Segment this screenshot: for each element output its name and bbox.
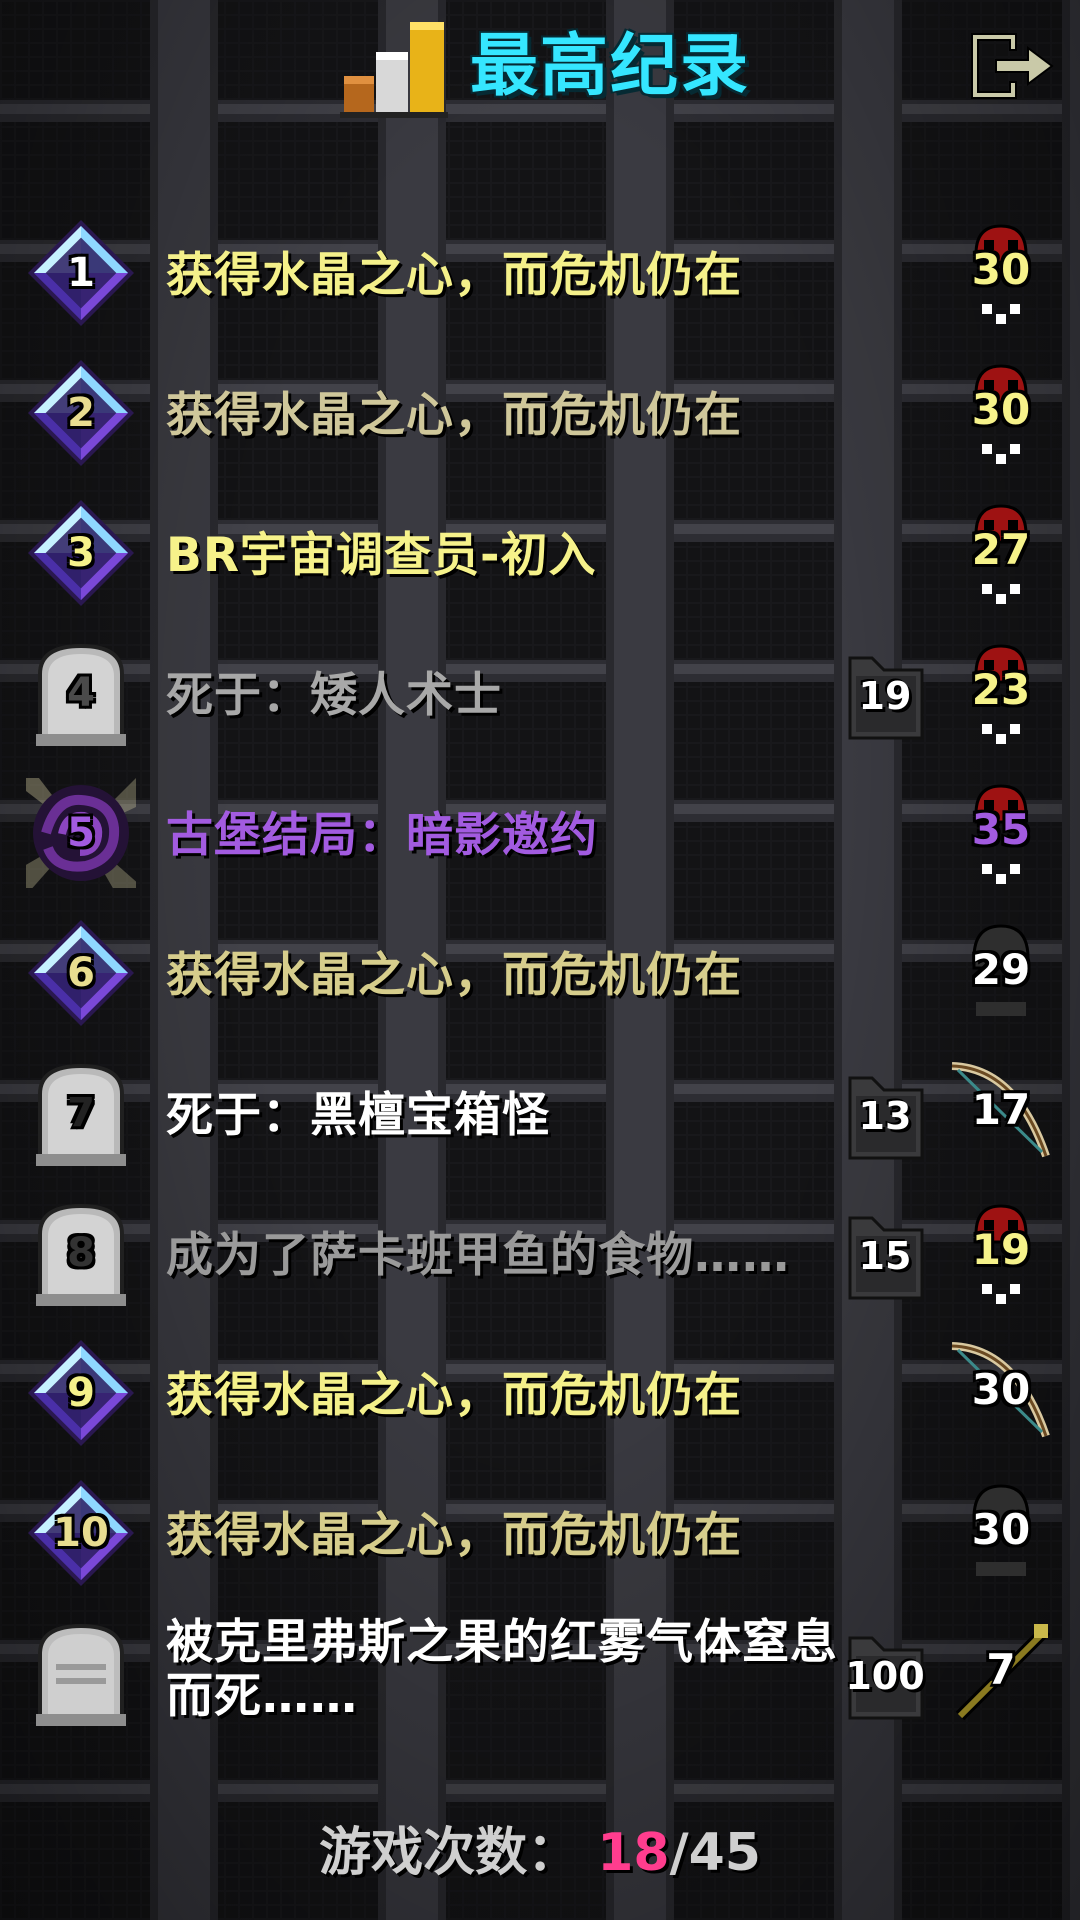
depth-folder-icon: 13: [842, 1068, 928, 1164]
rank-number: 10: [53, 1510, 109, 1556]
depth-value: 19: [858, 674, 912, 718]
record-row[interactable]: 7 死于：黑檀宝箱怪 13 17: [0, 1040, 1080, 1180]
depth-value: 15: [858, 1234, 912, 1278]
tombstone-icon: 8: [26, 1198, 136, 1308]
score-value: 30: [971, 1505, 1031, 1554]
page-title: 最高纪录: [470, 27, 751, 106]
score-value: 30: [971, 245, 1031, 294]
rank-number: 9: [67, 1370, 95, 1416]
score-value: 23: [971, 665, 1031, 714]
record-description: BR宇宙调查员-初入: [166, 527, 597, 583]
skull-icon: 30: [946, 358, 1056, 468]
record-row[interactable]: 被克里弗斯之果的红雾气体窒息而死…… 100 7: [0, 1600, 1080, 1740]
crystal-heart-icon: 3: [26, 498, 136, 608]
record-row[interactable]: 9 获得水晶之心，而危机仍在 30: [0, 1320, 1080, 1460]
record-row[interactable]: 6 获得水晶之心，而危机仍在 29: [0, 900, 1080, 1040]
crystal-heart-icon: 10: [26, 1478, 136, 1588]
record-row[interactable]: 8 成为了萨卡班甲鱼的食物…… 15 19: [0, 1180, 1080, 1320]
skull-icon: 23: [946, 638, 1056, 748]
record-description: 古堡结局：暗影邀约: [166, 807, 598, 863]
tombstone-icon: 7: [26, 1058, 136, 1168]
rank-number: [26, 1618, 136, 1728]
record-description: 获得水晶之心，而危机仍在: [166, 947, 742, 1003]
record-row[interactable]: 3 BR宇宙调查员-初入 27: [0, 480, 1080, 620]
depth-folder-icon: 19: [842, 648, 928, 744]
record-row[interactable]: 4 死于：矮人术士 19 23: [0, 620, 1080, 760]
score-value: 19: [971, 1225, 1031, 1274]
rank-number: 2: [67, 390, 95, 436]
bow-icon: 30: [946, 1338, 1056, 1448]
rank-number: 1: [67, 250, 95, 296]
skull-icon: 30: [946, 218, 1056, 328]
skull-icon: 35: [946, 778, 1056, 888]
depth-folder-icon: 100: [842, 1628, 928, 1724]
record-description: 死于：黑檀宝箱怪: [166, 1087, 550, 1143]
record-row[interactable]: 1 获得水晶之心，而危机仍在 30: [0, 200, 1080, 340]
rank-number: 8: [67, 1230, 95, 1276]
record-description: 成为了萨卡班甲鱼的食物……: [166, 1227, 790, 1283]
record-description: 获得水晶之心，而危机仍在: [166, 387, 742, 443]
games-total-count: 45: [688, 1823, 761, 1883]
rank-number: 7: [67, 1090, 95, 1136]
score-value: 30: [971, 385, 1031, 434]
bow-icon: 17: [946, 1058, 1056, 1168]
crystal-heart-icon: 2: [26, 358, 136, 468]
score-value: 35: [971, 805, 1031, 854]
bar-chart-icon: [340, 22, 448, 118]
record-description: 获得水晶之心，而危机仍在: [166, 247, 742, 303]
shadow-vortex-icon: 5: [26, 778, 136, 888]
crystal-heart-icon: 1: [26, 218, 136, 328]
rank-number: 4: [67, 670, 95, 716]
staff-icon: 7: [946, 1618, 1056, 1728]
helm-icon: 29: [946, 918, 1056, 1028]
record-row[interactable]: 5 古堡结局：暗影邀约 35: [0, 760, 1080, 900]
score-value: 29: [971, 945, 1031, 994]
record-row[interactable]: 2 获得水晶之心，而危机仍在 30: [0, 340, 1080, 480]
score-value: 17: [971, 1085, 1031, 1134]
helm-icon: 30: [946, 1478, 1056, 1588]
tombstone-icon: 4: [26, 638, 136, 748]
rank-number: 6: [67, 950, 95, 996]
tombstone-icon: [26, 1618, 136, 1728]
score-value: 30: [971, 1365, 1031, 1414]
exit-door-icon[interactable]: [966, 30, 1056, 102]
rank-number: 5: [67, 810, 95, 856]
record-description: 被克里弗斯之果的红雾气体窒息而死……: [166, 1615, 838, 1724]
depth-value: 100: [845, 1654, 925, 1698]
crystal-heart-icon: 9: [26, 1338, 136, 1448]
rank-number: 3: [67, 530, 95, 576]
skull-icon: 27: [946, 498, 1056, 608]
score-value: 27: [971, 525, 1031, 574]
games-played-counter: 游戏次数： 18/45: [0, 1810, 1080, 1883]
crystal-heart-icon: 6: [26, 918, 136, 1028]
skull-icon: 19: [946, 1198, 1056, 1308]
record-description: 获得水晶之心，而危机仍在: [166, 1367, 742, 1423]
depth-value: 13: [858, 1094, 912, 1138]
count-separator: /: [669, 1823, 689, 1883]
games-won-count: 18: [597, 1823, 670, 1883]
depth-folder-icon: 15: [842, 1208, 928, 1304]
record-description: 死于：矮人术士: [166, 667, 502, 723]
record-row[interactable]: 10 获得水晶之心，而危机仍在 30: [0, 1460, 1080, 1600]
record-description: 获得水晶之心，而危机仍在: [166, 1507, 742, 1563]
games-played-label: 游戏次数：: [319, 1823, 580, 1883]
score-value: 7: [986, 1645, 1016, 1694]
header: 最高纪录: [0, 0, 1080, 140]
